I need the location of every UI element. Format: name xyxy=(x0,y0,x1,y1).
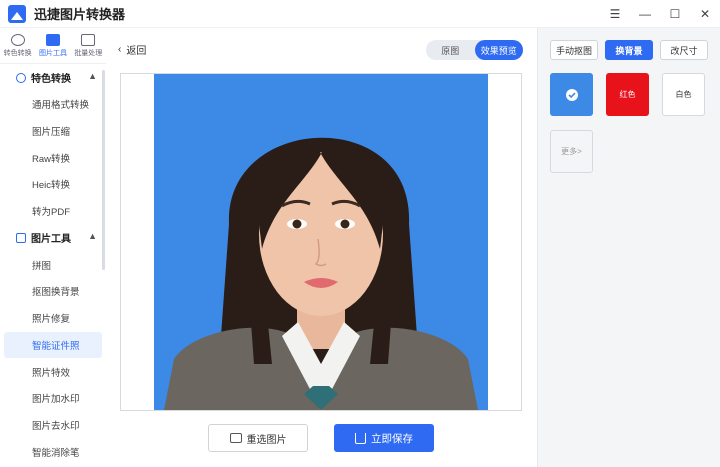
sidebar-item-raw[interactable]: Raw转换 xyxy=(0,144,106,171)
view-toggle: 原图 效果预览 xyxy=(426,40,523,60)
image-tools-section-icon xyxy=(16,232,26,243)
more-colors-button[interactable]: 更多> xyxy=(550,130,593,173)
back-button[interactable]: ‹ 返回 xyxy=(118,42,146,57)
minimize-icon[interactable]: — xyxy=(630,0,660,28)
image-icon xyxy=(229,433,242,443)
sidebar-item-remove-watermark[interactable]: 图片去水印 xyxy=(0,412,106,439)
sidebar-item-pdf[interactable]: 转为PDF xyxy=(0,198,106,225)
preview-canvas xyxy=(120,73,522,411)
mode-batch-button[interactable]: 批量处理 xyxy=(71,28,106,63)
chevron-up-icon[interactable]: ▲ xyxy=(88,231,97,241)
convert-icon xyxy=(10,33,25,46)
chevron-up-icon[interactable]: ▲ xyxy=(88,71,97,81)
tab-manual-cutout[interactable]: 手动抠图 xyxy=(550,40,598,60)
toggle-preview[interactable]: 效果预览 xyxy=(474,40,523,60)
tab-change-background[interactable]: 换背景 xyxy=(605,40,653,60)
mode-convert-button[interactable]: 转色转换 xyxy=(0,28,35,63)
sidebar-item-compress[interactable]: 图片压缩 xyxy=(0,118,106,145)
sidebar-item-cutout[interactable]: 抠图换背景 xyxy=(0,278,106,305)
sidebar-section-image-tools[interactable]: 图片工具 ▲ xyxy=(0,224,106,251)
sidebar-item-eraser[interactable]: 智能消除笔 xyxy=(0,438,106,465)
maximize-icon[interactable]: ☐ xyxy=(660,0,690,28)
image-tools-icon xyxy=(45,33,60,46)
special-convert-icon xyxy=(16,72,26,83)
app-logo-icon xyxy=(8,4,26,23)
sidebar-item-repair[interactable]: 照片修复 xyxy=(0,305,106,332)
toggle-original[interactable]: 原图 xyxy=(426,40,475,60)
id-photo-preview xyxy=(154,74,488,410)
save-now-button[interactable]: 立即保存 xyxy=(334,424,434,452)
tab-change-size[interactable]: 改尺寸 xyxy=(660,40,708,60)
sidebar-item-collage[interactable]: 拼图 xyxy=(0,251,106,278)
swatch-blue[interactable] xyxy=(550,73,593,116)
sidebar-scrollbar[interactable] xyxy=(102,70,105,270)
sidebar: 特色转换 ▲ 通用格式转换 图片压缩 Raw转换 Heic转换 转为PDF 图片… xyxy=(0,64,106,467)
app-title: 迅捷图片转换器 xyxy=(34,7,126,22)
sidebar-item-heic[interactable]: Heic转换 xyxy=(0,171,106,198)
mode-switcher: 转色转换 图片工具 批量处理 xyxy=(0,28,106,64)
settings-panel: 手动抠图 换背景 改尺寸 红色 白色 更多> xyxy=(537,28,720,467)
menu-icon[interactable]: ☰ xyxy=(600,0,630,28)
swatch-red[interactable]: 红色 xyxy=(606,73,649,116)
download-icon xyxy=(355,432,366,444)
portrait-illustration xyxy=(164,137,478,410)
check-icon xyxy=(565,88,578,101)
chevron-left-icon: ‹ xyxy=(118,44,122,55)
sidebar-item-add-watermark[interactable]: 图片加水印 xyxy=(0,385,106,412)
close-icon[interactable]: ✕ xyxy=(690,0,720,28)
sidebar-item-effects[interactable]: 照片特效 xyxy=(0,358,106,385)
batch-icon xyxy=(81,33,96,46)
swatch-white[interactable]: 白色 xyxy=(662,73,705,116)
main-panel: ‹ 返回 原图 效果预览 重选图片 立即保存 xyxy=(106,28,537,467)
sidebar-item-id-photo[interactable]: 智能证件照 xyxy=(4,331,102,359)
sidebar-section-special-convert[interactable]: 特色转换 ▲ xyxy=(0,64,106,91)
mode-image-tools-button[interactable]: 图片工具 xyxy=(35,28,70,63)
reselect-image-button[interactable]: 重选图片 xyxy=(208,424,308,452)
sidebar-item-format-convert[interactable]: 通用格式转换 xyxy=(0,91,106,118)
title-bar: 迅捷图片转换器 ☰ — ☐ ✕ xyxy=(0,0,720,28)
